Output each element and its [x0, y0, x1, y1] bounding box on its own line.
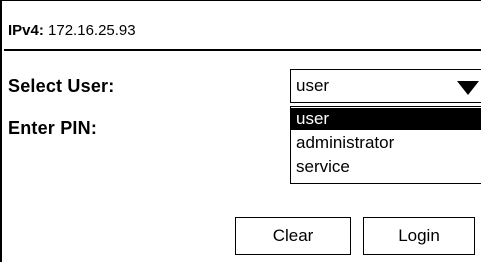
header-divider	[4, 49, 481, 51]
user-dropdown-list: user administrator service	[290, 106, 481, 184]
dropdown-option-service[interactable]: service	[291, 156, 481, 178]
select-user-label: Select User:	[8, 76, 115, 96]
triangle-down-icon[interactable]	[457, 81, 479, 95]
dropdown-option-administrator[interactable]: administrator	[291, 132, 481, 154]
clear-button[interactable]: Clear	[235, 217, 351, 255]
dropdown-option-user[interactable]: user	[291, 108, 481, 130]
login-button[interactable]: Login	[363, 217, 475, 255]
user-select[interactable]: user	[290, 69, 481, 103]
ip-value: 172.16.25.93	[48, 22, 136, 39]
enter-pin-label: Enter PIN:	[8, 118, 98, 138]
ip-label: IPv4:	[8, 22, 44, 39]
user-select-value: user	[296, 76, 330, 95]
login-panel: IPv4: 172.16.25.93 Select User: Enter PI…	[0, 0, 481, 262]
ip-address-line: IPv4: 172.16.25.93	[8, 22, 136, 40]
